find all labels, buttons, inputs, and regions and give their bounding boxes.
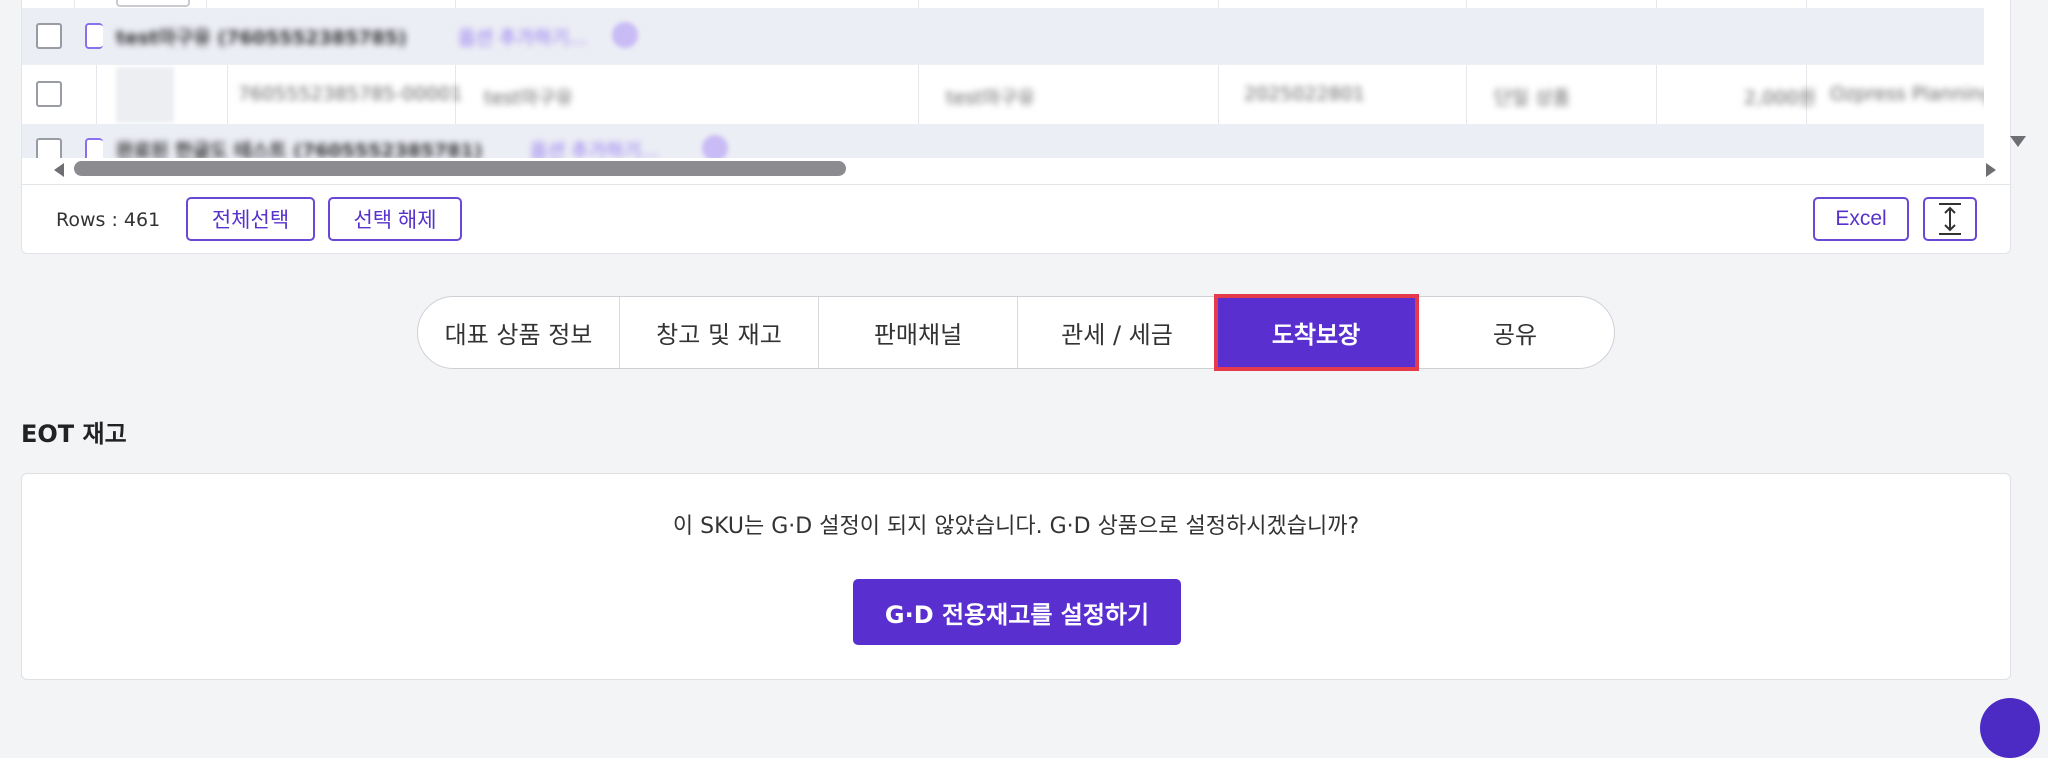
add-option-link[interactable]: 옵션 추가하기...: [458, 23, 587, 50]
table-row[interactable]: 7605552385785-00001 test마구유 test마구유 2025…: [22, 64, 1984, 126]
column-divider: [1466, 0, 1467, 8]
column-divider: [1218, 65, 1219, 125]
column-divider: [96, 65, 97, 125]
tab-delivery-guarantee[interactable]: 도착보장: [1214, 294, 1419, 371]
row-count: Rows : 461: [56, 209, 161, 231]
table-row-group[interactable]: 완료된 한글도 테스트 (7605552385781) 옵션 추가하기...: [22, 124, 1984, 158]
column-divider: [918, 65, 919, 125]
column-divider: [1466, 65, 1467, 125]
scroll-right-arrow[interactable]: [1986, 163, 1996, 177]
floating-action-button[interactable]: [1980, 698, 2040, 758]
tab-share[interactable]: 공유: [1416, 297, 1614, 368]
excel-export-button[interactable]: Excel: [1813, 197, 1909, 241]
column-divider: [1806, 0, 1807, 8]
name2-cell: test마구유: [946, 87, 1035, 109]
row-checkbox[interactable]: [36, 23, 62, 49]
horizontal-scrollbar[interactable]: [54, 161, 1996, 177]
add-option-icon[interactable]: [612, 22, 638, 48]
tab-main-product-info[interactable]: 대표 상품 정보: [418, 297, 620, 368]
eot-panel: 이 SKU는 G·D 설정이 되지 않았습니다. G·D 상품으로 설정하시겠습…: [21, 473, 2011, 680]
scrollbar-thumb[interactable]: [74, 161, 846, 176]
sku-cell: 7605552385785-00001: [238, 83, 463, 105]
grid-footer: Rows : 461 전체선택 선택 해제 Excel: [22, 184, 2010, 253]
tab-sales-channel[interactable]: 판매채널: [819, 297, 1018, 368]
tab-customs-tax[interactable]: 관세 / 세금: [1018, 297, 1217, 368]
scroll-left-arrow[interactable]: [54, 163, 64, 177]
column-divider: [74, 0, 75, 8]
vertical-resize-icon: [1939, 203, 1961, 235]
column-divider: [455, 0, 456, 8]
table-row-group[interactable]: test마구유 (7605552385785) 옵션 추가하기...: [22, 8, 1984, 64]
gd-not-set-message: 이 SKU는 G·D 설정이 되지 않았습니다. G·D 상품으로 설정하시겠습…: [672, 514, 1360, 539]
company-cell: Ozpress Planning: [1830, 83, 1984, 105]
column-divider: [227, 65, 228, 125]
code-cell: 2025022801: [1244, 83, 1365, 105]
expand-toggle[interactable]: [85, 23, 103, 49]
column-divider: [1218, 0, 1219, 8]
group-title: test마구유 (7605552385785): [116, 27, 407, 49]
add-option-link[interactable]: 옵션 추가하기...: [530, 136, 659, 158]
group-title: 완료된 한글도 테스트 (7605552385781): [116, 140, 483, 158]
detail-tabs: 대표 상품 정보 창고 및 재고 판매채널 관세 / 세금 도착보장 공유: [417, 294, 1615, 371]
price-cell: 2,000원: [1744, 87, 1816, 109]
column-divider: [918, 0, 919, 8]
name-cell: test마구유: [484, 87, 573, 109]
column-divider: [1656, 65, 1657, 125]
deselect-button[interactable]: 선택 해제: [328, 197, 462, 241]
data-grid-panel: test마구유 (7605552385785) 옵션 추가하기... 76055…: [21, 0, 2026, 254]
type-cell: 단일 상품: [1494, 87, 1570, 109]
add-option-icon[interactable]: [702, 135, 728, 158]
header-button-fragment: [116, 0, 190, 7]
section-title: EOT 재고: [21, 420, 127, 448]
row-checkbox[interactable]: [36, 81, 62, 107]
scroll-down-arrow[interactable]: [2010, 136, 2026, 147]
resize-grid-button[interactable]: [1923, 197, 1977, 241]
product-thumbnail: [116, 67, 174, 123]
row-checkbox[interactable]: [36, 138, 62, 158]
setup-gd-stock-button[interactable]: G·D 전용재고를 설정하기: [853, 579, 1181, 645]
select-all-button[interactable]: 전체선택: [186, 197, 315, 241]
expand-toggle[interactable]: [85, 138, 103, 158]
column-divider: [206, 0, 207, 8]
column-divider: [1656, 0, 1657, 8]
tab-warehouse-stock[interactable]: 창고 및 재고: [620, 297, 819, 368]
data-grid: test마구유 (7605552385785) 옵션 추가하기... 76055…: [22, 0, 1984, 158]
